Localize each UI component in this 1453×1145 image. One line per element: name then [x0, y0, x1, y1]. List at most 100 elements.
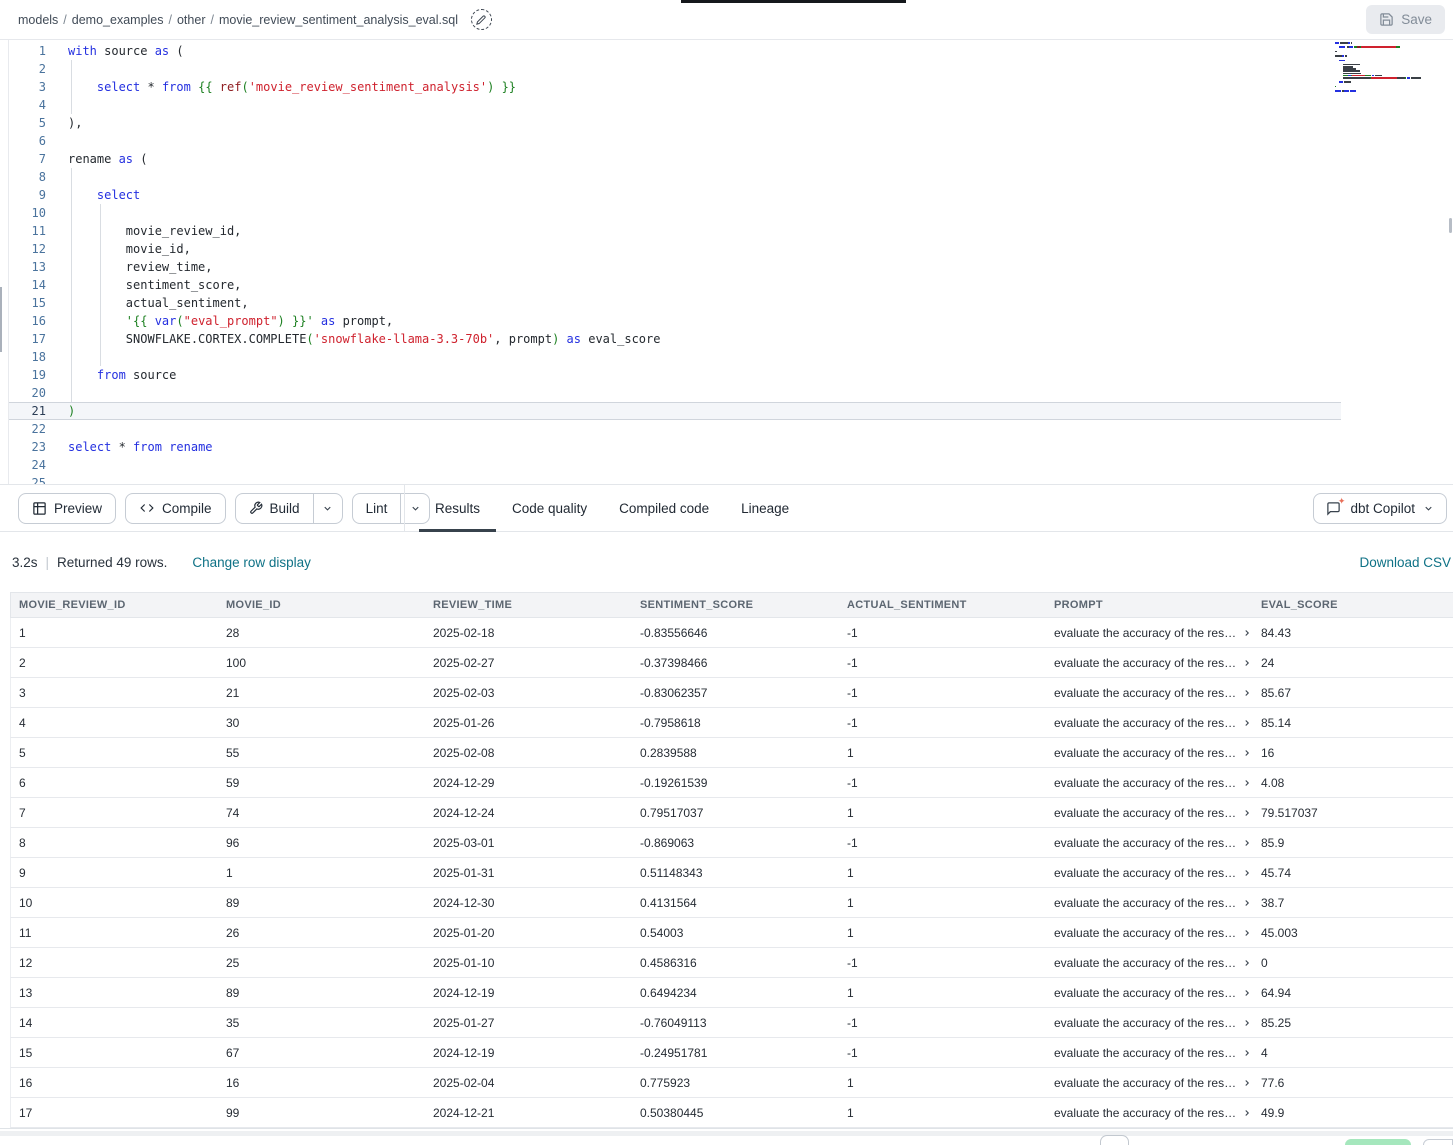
- returned-rows: Returned 49 rows.: [57, 555, 167, 570]
- code-line[interactable]: 5),: [9, 114, 1341, 132]
- prompt-expand-chevron-icon[interactable]: [1242, 1048, 1252, 1058]
- prompt-text: evaluate the accuracy of the res…: [1054, 656, 1236, 670]
- line-number: 24: [9, 456, 46, 474]
- prompt-expand-chevron-icon[interactable]: [1242, 958, 1252, 968]
- code-line[interactable]: 13 review_time,: [9, 258, 1341, 276]
- prompt-expand-chevron-icon[interactable]: [1242, 808, 1252, 818]
- table-row: 6592024-12-29-0.19261539-1evaluate the a…: [10, 768, 1453, 798]
- code-line[interactable]: 11 movie_review_id,: [9, 222, 1341, 240]
- tab-lineage[interactable]: Lineage: [725, 485, 805, 532]
- results-table: MOVIE_REVIEW_ID MOVIE_ID REVIEW_TIME SEN…: [10, 592, 1453, 1128]
- code-line[interactable]: 2: [9, 60, 1341, 78]
- chevron-down-icon: [1423, 503, 1434, 514]
- table-cell: 0.54003: [632, 926, 839, 940]
- prompt-expand-chevron-icon[interactable]: [1242, 988, 1252, 998]
- prompt-text: evaluate the accuracy of the res…: [1054, 836, 1236, 850]
- code-line[interactable]: 8: [9, 168, 1341, 186]
- editor-scrollbar-thumb[interactable]: [1449, 218, 1452, 233]
- prompt-expand-chevron-icon[interactable]: [1242, 928, 1252, 938]
- tab-results[interactable]: Results: [419, 485, 496, 532]
- breadcrumb-other[interactable]: other: [177, 13, 206, 27]
- breadcrumb-separator: /: [63, 13, 66, 27]
- table-cell: -0.7958618: [632, 716, 839, 730]
- sql-code-editor[interactable]: 1with source as (23 select * from {{ ref…: [0, 40, 1453, 484]
- code-line[interactable]: 6: [9, 132, 1341, 150]
- code-line[interactable]: 1with source as (: [9, 42, 1341, 60]
- prompt-expand-chevron-icon[interactable]: [1242, 718, 1252, 728]
- prompt-expand-chevron-icon[interactable]: [1242, 868, 1252, 878]
- breadcrumb-separator: /: [169, 13, 172, 27]
- code-line[interactable]: 9 select: [9, 186, 1341, 204]
- build-dropdown-chevron[interactable]: [313, 494, 342, 523]
- prompt-expand-chevron-icon[interactable]: [1242, 748, 1252, 758]
- code-text: select * from {{ ref('movie_review_senti…: [46, 78, 516, 96]
- tab-compiled-code[interactable]: Compiled code: [603, 485, 725, 532]
- code-line[interactable]: 19 from source: [9, 366, 1341, 384]
- build-button[interactable]: Build: [236, 494, 313, 523]
- table-cell: 2024-12-21: [425, 1106, 632, 1120]
- table-cell: 1: [839, 926, 1046, 940]
- minimap[interactable]: [1335, 42, 1447, 97]
- left-scroll-indicator[interactable]: [0, 287, 2, 352]
- code-line[interactable]: 16 '{{ var("eval_prompt") }}' as prompt,: [9, 312, 1341, 330]
- prompt-cell: evaluate the accuracy of the res…: [1046, 1046, 1253, 1060]
- prompt-expand-chevron-icon[interactable]: [1242, 1078, 1252, 1088]
- save-label: Save: [1401, 12, 1432, 27]
- line-number: 23: [9, 438, 46, 456]
- line-number: 18: [9, 348, 46, 366]
- table-cell: -1: [839, 1046, 1046, 1060]
- breadcrumb-filename[interactable]: movie_review_sentiment_analysis_eval.sql: [219, 13, 458, 27]
- cutoff-green-pill[interactable]: [1345, 1139, 1411, 1145]
- horizontal-scrollbar[interactable]: [0, 1131, 1453, 1136]
- table-cell: 8: [11, 836, 218, 850]
- prompt-cell: evaluate the accuracy of the res…: [1046, 956, 1253, 970]
- code-line[interactable]: 14 sentiment_score,: [9, 276, 1341, 294]
- code-line[interactable]: 22: [9, 420, 1341, 438]
- save-button[interactable]: Save: [1366, 5, 1445, 34]
- prompt-expand-chevron-icon[interactable]: [1242, 778, 1252, 788]
- code-line[interactable]: 3 select * from {{ ref('movie_review_sen…: [9, 78, 1341, 96]
- table-cell: 2025-02-04: [425, 1076, 632, 1090]
- preview-button[interactable]: Preview: [18, 493, 116, 524]
- code-line[interactable]: 17 SNOWFLAKE.CORTEX.COMPLETE('snowflake-…: [9, 330, 1341, 348]
- dbt-copilot-button[interactable]: ✦ dbt Copilot: [1313, 493, 1447, 524]
- code-line[interactable]: 20: [9, 384, 1341, 402]
- eval-score-cell: 4: [1253, 1046, 1453, 1060]
- code-line[interactable]: 25: [9, 474, 1341, 484]
- edit-file-icon[interactable]: [471, 9, 492, 30]
- download-csv-link[interactable]: Download CSV: [1359, 555, 1451, 570]
- compile-button[interactable]: Compile: [125, 493, 226, 524]
- breadcrumb-demo-examples[interactable]: demo_examples: [72, 13, 164, 27]
- eval-score-cell: 85.67: [1253, 686, 1453, 700]
- code-line[interactable]: 12 movie_id,: [9, 240, 1341, 258]
- prompt-expand-chevron-icon[interactable]: [1242, 688, 1252, 698]
- line-number: 6: [9, 132, 46, 150]
- change-row-display-link[interactable]: Change row display: [192, 555, 311, 570]
- cutoff-right-button[interactable]: [1423, 1139, 1453, 1145]
- dbt-cloud-ide: models / demo_examples / other / movie_r…: [0, 0, 1453, 1145]
- prompt-text: evaluate the accuracy of the res…: [1054, 806, 1236, 820]
- code-line[interactable]: 18: [9, 348, 1341, 366]
- code-line[interactable]: 21): [9, 402, 1341, 420]
- prompt-expand-chevron-icon[interactable]: [1242, 1018, 1252, 1028]
- breadcrumb-models[interactable]: models: [18, 13, 58, 27]
- cutoff-button[interactable]: [1100, 1135, 1129, 1145]
- code-line[interactable]: 4: [9, 96, 1341, 114]
- table-cell: 2025-02-27: [425, 656, 632, 670]
- code-line[interactable]: 7rename as (: [9, 150, 1341, 168]
- prompt-expand-chevron-icon[interactable]: [1242, 838, 1252, 848]
- code-line[interactable]: 10: [9, 204, 1341, 222]
- tab-code-quality[interactable]: Code quality: [496, 485, 603, 532]
- line-number: 5: [9, 114, 46, 132]
- code-line[interactable]: 24: [9, 456, 1341, 474]
- table-cell: -0.37398466: [632, 656, 839, 670]
- prompt-expand-chevron-icon[interactable]: [1242, 898, 1252, 908]
- lint-button[interactable]: Lint: [353, 494, 401, 523]
- code-line[interactable]: 23select * from rename: [9, 438, 1341, 456]
- prompt-expand-chevron-icon[interactable]: [1242, 658, 1252, 668]
- prompt-expand-chevron-icon[interactable]: [1242, 628, 1252, 638]
- prompt-expand-chevron-icon[interactable]: [1242, 1108, 1252, 1118]
- code-line[interactable]: 15 actual_sentiment,: [9, 294, 1341, 312]
- table-cell: 10: [11, 896, 218, 910]
- code-text: [46, 456, 68, 474]
